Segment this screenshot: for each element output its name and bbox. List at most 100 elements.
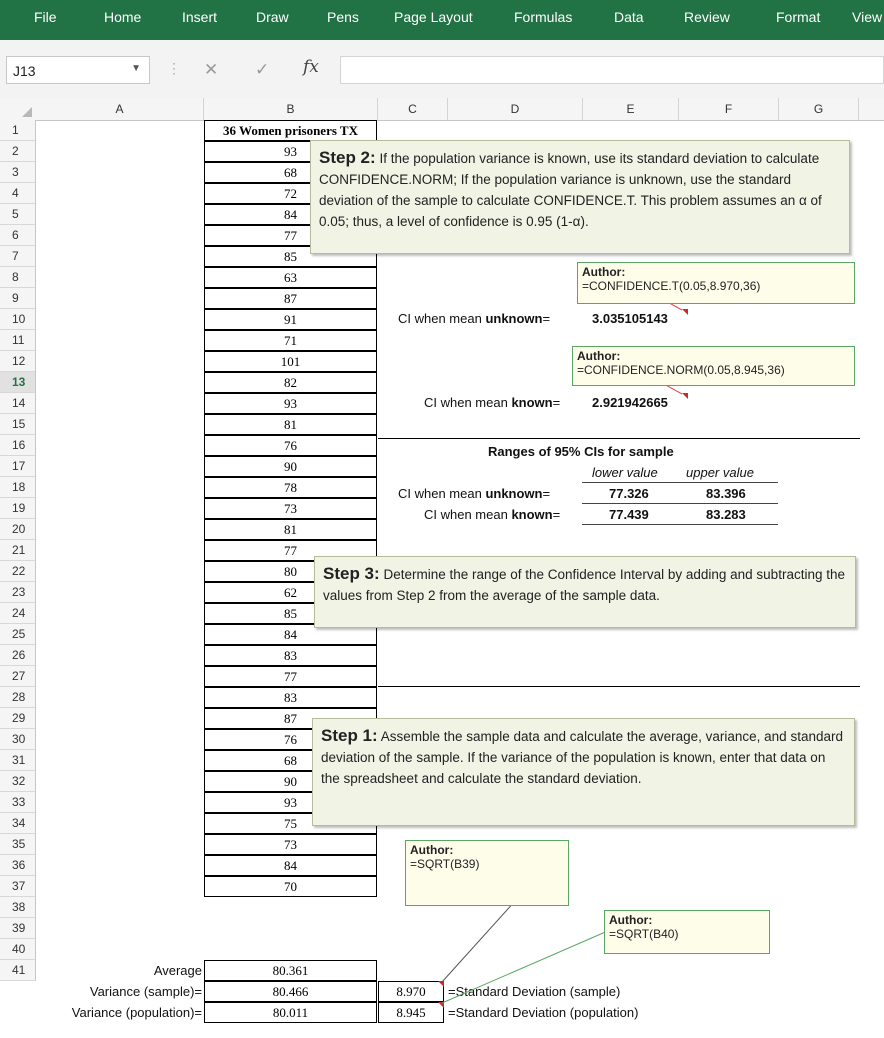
data-cell[interactable]: 63 [204, 267, 377, 288]
row-header[interactable]: 13 [0, 372, 36, 393]
row-header[interactable]: 11 [0, 330, 36, 351]
data-cell[interactable]: 78 [204, 477, 377, 498]
data-cell[interactable]: 93 [204, 393, 377, 414]
row-header[interactable]: 29 [0, 708, 36, 729]
comment-sqrt-b39[interactable]: Author: =SQRT(B39) [405, 840, 569, 906]
value-ci-known[interactable]: 2.921942665 [592, 395, 668, 410]
menu-insert[interactable]: Insert [182, 9, 217, 25]
cell-b40-variance-population[interactable]: 80.011 [204, 1002, 377, 1023]
row-header[interactable]: 35 [0, 834, 36, 855]
row-header[interactable]: 41 [0, 960, 36, 981]
row-header[interactable]: 16 [0, 435, 36, 456]
step1-note[interactable]: Step 1: Assemble the sample data and cal… [312, 718, 855, 826]
label-variance-population[interactable]: Variance (population)= [72, 1005, 202, 1020]
data-cell[interactable]: 70 [204, 876, 377, 897]
row-header[interactable]: 23 [0, 582, 36, 603]
range-upper-known[interactable]: 83.283 [706, 507, 746, 522]
data-cell[interactable]: 82 [204, 372, 377, 393]
data-cell[interactable]: 83 [204, 645, 377, 666]
row-header[interactable]: 18 [0, 477, 36, 498]
menu-home[interactable]: Home [104, 9, 141, 25]
row-header[interactable]: 6 [0, 225, 36, 246]
chevron-down-icon[interactable]: ▼ [131, 63, 141, 74]
row-header[interactable]: 21 [0, 540, 36, 561]
step2-note[interactable]: Step 2: If the population variance is kn… [310, 140, 850, 254]
column-header-c[interactable]: C [378, 98, 448, 120]
label-ci-known[interactable]: CI when mean known= [424, 395, 560, 410]
row-header[interactable]: 20 [0, 519, 36, 540]
row-header[interactable]: 39 [0, 918, 36, 939]
value-ci-unknown[interactable]: 3.035105143 [592, 311, 668, 326]
menu-view[interactable]: View [852, 9, 882, 25]
data-cell[interactable]: 77 [204, 666, 377, 687]
data-cell[interactable]: 81 [204, 414, 377, 435]
row-header[interactable]: 15 [0, 414, 36, 435]
range-lower-known[interactable]: 77.439 [609, 507, 649, 522]
data-cell[interactable]: 90 [204, 456, 377, 477]
select-all-corner[interactable] [0, 98, 36, 120]
select-all-icon[interactable] [22, 107, 32, 117]
row-header[interactable]: 28 [0, 687, 36, 708]
row-header[interactable]: 22 [0, 561, 36, 582]
row-header[interactable]: 5 [0, 204, 36, 225]
row-header[interactable]: 38 [0, 897, 36, 918]
row-header[interactable]: 7 [0, 246, 36, 267]
label-sd-sample[interactable]: =Standard Deviation (sample) [448, 984, 620, 999]
data-cell[interactable]: 73 [204, 834, 377, 855]
cell-b39-variance-sample[interactable]: 80.466 [204, 981, 377, 1002]
row-header[interactable]: 4 [0, 183, 36, 204]
row-header[interactable]: 1 [0, 120, 36, 141]
menu-pens[interactable]: Pens [327, 9, 359, 25]
data-cell[interactable]: 76 [204, 435, 377, 456]
comment-indicator-icon[interactable] [682, 393, 688, 399]
name-box[interactable]: J13 ▼ [6, 56, 150, 84]
menu-page-layout[interactable]: Page Layout [394, 9, 473, 25]
insert-function-icon[interactable]: fx [303, 57, 319, 77]
label-sd-population[interactable]: =Standard Deviation (population) [448, 1005, 638, 1020]
comment-indicator-icon[interactable] [682, 309, 688, 315]
row-header[interactable]: 37 [0, 876, 36, 897]
comment-confidence-norm[interactable]: Author: =CONFIDENCE.NORM(0.05,8.945,36) [572, 346, 855, 386]
row-header[interactable]: 2 [0, 141, 36, 162]
comment-indicator-icon[interactable] [438, 981, 444, 987]
cell-c40-sd-population[interactable]: 8.945 [378, 1002, 444, 1023]
menu-data[interactable]: Data [614, 9, 644, 25]
row-header[interactable]: 3 [0, 162, 36, 183]
label-variance-sample[interactable]: Variance (sample)= [90, 984, 202, 999]
column-header-d[interactable]: D [448, 98, 583, 120]
drag-handle-icon[interactable]: ⋮ [167, 60, 181, 77]
row-header[interactable]: 31 [0, 750, 36, 771]
row-header[interactable]: 17 [0, 456, 36, 477]
column-header-f[interactable]: F [679, 98, 779, 120]
cell-b1-header[interactable]: 36 Women prisoners TX [204, 120, 377, 141]
column-header-g[interactable]: G [779, 98, 859, 120]
range-lower-unknown[interactable]: 77.326 [609, 486, 649, 501]
row-header[interactable]: 8 [0, 267, 36, 288]
label-average[interactable]: Average [154, 963, 202, 978]
row-header[interactable]: 9 [0, 288, 36, 309]
formula-input[interactable] [340, 56, 884, 84]
row-header[interactable]: 27 [0, 666, 36, 687]
ranges-title[interactable]: Ranges of 95% CIs for sample [488, 444, 674, 459]
row-header[interactable]: 10 [0, 309, 36, 330]
row-header[interactable]: 30 [0, 729, 36, 750]
comment-sqrt-b40[interactable]: Author: =SQRT(B40) [604, 910, 770, 954]
column-header-b[interactable]: B [204, 98, 378, 120]
step3-note[interactable]: Step 3: Determine the range of the Confi… [314, 556, 856, 628]
row-header[interactable]: 33 [0, 792, 36, 813]
cell-c39-sd-sample[interactable]: 8.970 [378, 981, 444, 1002]
menu-format[interactable]: Format [776, 9, 820, 25]
data-cell[interactable]: 71 [204, 330, 377, 351]
cell-b38-average[interactable]: 80.361 [204, 960, 377, 981]
row-header[interactable]: 14 [0, 393, 36, 414]
data-cell[interactable]: 73 [204, 498, 377, 519]
row-header[interactable]: 26 [0, 645, 36, 666]
menu-review[interactable]: Review [684, 9, 730, 25]
row-header[interactable]: 24 [0, 603, 36, 624]
column-header-e[interactable]: E [583, 98, 679, 120]
data-cell[interactable]: 101 [204, 351, 377, 372]
enter-check-icon[interactable]: ✓ [255, 60, 269, 80]
data-cell[interactable]: 87 [204, 288, 377, 309]
menu-draw[interactable]: Draw [256, 9, 289, 25]
cancel-icon[interactable]: ✕ [204, 60, 218, 80]
